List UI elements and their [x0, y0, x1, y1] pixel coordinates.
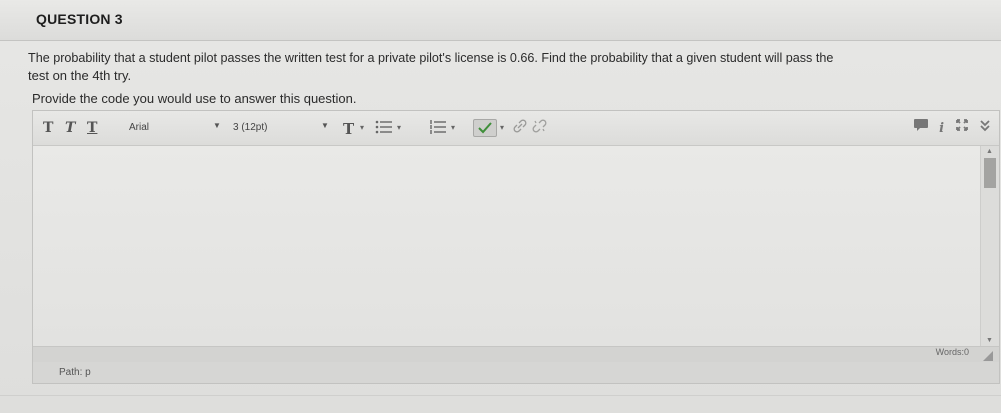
- font-family-dropdown-arrow-icon[interactable]: ▼: [213, 121, 221, 130]
- bold-button[interactable]: T: [43, 120, 53, 136]
- editor-toolbar: T T T Arial ▼ 3 (12pt) ▼ T ▾ ▾ ▾ ▾ i: [33, 111, 999, 146]
- rich-text-editor: T T T Arial ▼ 3 (12pt) ▼ T ▾ ▾ ▾ ▾ i ▲ ▼…: [32, 110, 1000, 384]
- italic-button[interactable]: T: [65, 120, 75, 136]
- question-header: QUESTION 3: [0, 0, 1001, 41]
- underline-button[interactable]: T: [87, 120, 97, 136]
- bullet-list-icon[interactable]: [375, 119, 393, 138]
- fullscreen-icon[interactable]: [955, 118, 969, 137]
- bullet-list-dropdown-icon[interactable]: ▾: [397, 123, 401, 132]
- answer-text-area[interactable]: [33, 146, 980, 346]
- editor-scrollbar[interactable]: ▲ ▼: [980, 146, 999, 346]
- element-path: Path: p: [59, 367, 91, 378]
- editor-status-bar: Words:0: [33, 346, 999, 362]
- question-text-line-2: test on the 4th try.: [28, 68, 132, 83]
- info-icon[interactable]: i: [939, 121, 944, 136]
- scroll-down-icon[interactable]: ▼: [986, 337, 993, 344]
- collapse-toolbar-icon[interactable]: [979, 118, 991, 137]
- font-family-select[interactable]: Arial: [129, 119, 149, 137]
- text-color-dropdown-icon[interactable]: ▾: [360, 123, 364, 132]
- question-text-line-1: The probability that a student pilot pas…: [28, 51, 834, 65]
- toolbar-right-group: i: [913, 118, 991, 137]
- numbered-list-dropdown-icon[interactable]: ▾: [451, 123, 455, 132]
- spellcheck-icon[interactable]: [473, 119, 497, 137]
- spellcheck-dropdown-icon[interactable]: ▾: [500, 123, 504, 132]
- divider: [0, 395, 1001, 396]
- scroll-thumb[interactable]: [984, 158, 996, 188]
- text-color-button[interactable]: T: [343, 120, 354, 138]
- unlink-icon[interactable]: [532, 119, 548, 136]
- editor-path-bar: Path: p: [33, 362, 999, 383]
- insert-link-icon[interactable]: [513, 119, 527, 136]
- numbered-list-icon[interactable]: [429, 119, 447, 138]
- font-size-select[interactable]: 3 (12pt): [233, 119, 267, 137]
- word-count: Words:0: [935, 347, 969, 357]
- question-text: The probability that a student pilot pas…: [28, 50, 998, 84]
- question-title: QUESTION 3: [36, 11, 123, 27]
- scroll-up-icon[interactable]: ▲: [986, 148, 993, 155]
- answer-prompt: Provide the code you would use to answer…: [32, 91, 357, 106]
- font-size-dropdown-arrow-icon[interactable]: ▼: [321, 121, 329, 130]
- comment-icon[interactable]: [913, 118, 929, 137]
